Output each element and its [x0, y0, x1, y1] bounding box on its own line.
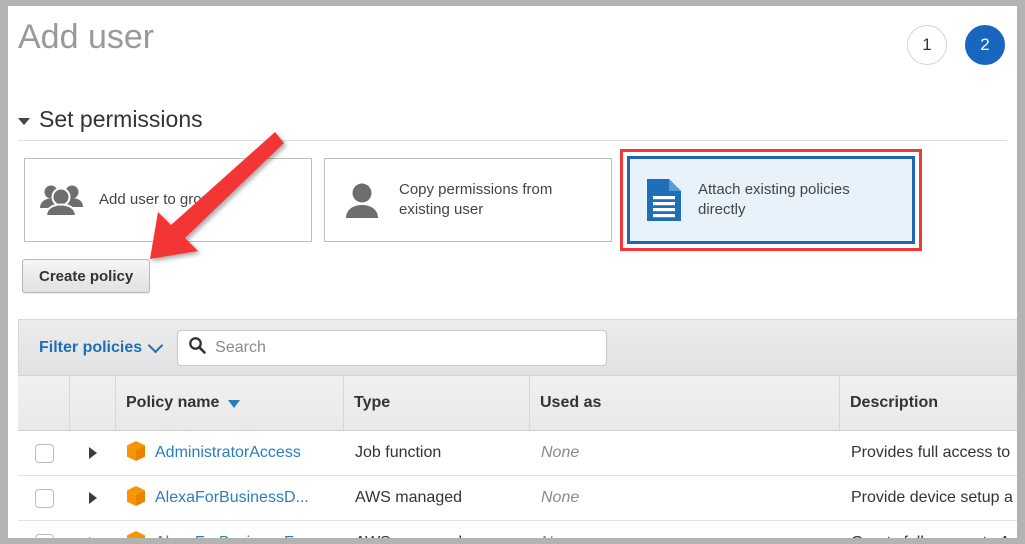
- row-type-cell: Job function: [355, 444, 442, 461]
- search-input[interactable]: Search: [177, 329, 608, 366]
- single-user-icon: [339, 182, 385, 218]
- option-label: Add user to group: [99, 191, 219, 208]
- row-description-cell: Grants full access to A: [840, 534, 1017, 538]
- row-policy-name-cell[interactable]: AlexaForBusinessF...: [116, 530, 344, 538]
- policy-box-icon: [126, 530, 146, 538]
- option-label: Copy permissions from existing user: [399, 181, 553, 218]
- row-policy-name-cell[interactable]: AlexaForBusinessD...: [116, 485, 344, 512]
- header-policy-name-label: Policy name: [126, 394, 220, 411]
- row-expander-cell[interactable]: [70, 537, 116, 538]
- row-expander-cell[interactable]: [70, 447, 116, 459]
- policy-box-icon: [126, 485, 146, 512]
- row-used-as-cell: None: [530, 534, 840, 538]
- page-body: Add user 1 2 Set permissions Add user to…: [8, 6, 1017, 538]
- option-label: Attach existing policies directly: [698, 181, 850, 218]
- row-checkbox-cell[interactable]: [18, 533, 70, 538]
- triangle-down-icon[interactable]: [18, 117, 30, 125]
- screenshot-root: Add user 1 2 Set permissions Add user to…: [0, 0, 1025, 544]
- policy-name-link[interactable]: AdministratorAccess: [155, 444, 301, 462]
- step-2[interactable]: 2: [965, 25, 1005, 65]
- row-checkbox-cell[interactable]: [18, 443, 70, 463]
- step-1[interactable]: 1: [907, 25, 947, 65]
- table-row[interactable]: AdministratorAccess Job function None Pr…: [18, 431, 1017, 476]
- create-policy-button[interactable]: Create policy: [22, 259, 151, 293]
- chevron-right-icon[interactable]: [89, 447, 97, 459]
- policy-box-icon: [126, 440, 146, 467]
- red-highlight-box: Attach existing policies directly: [620, 149, 922, 251]
- section-divider: [18, 140, 1007, 141]
- document-lines-icon: [644, 177, 684, 223]
- row-type-cell: AWS managed: [355, 489, 463, 506]
- row-description-cell: Provide device setup a: [851, 489, 1013, 506]
- row-used-as-cell: None: [541, 444, 580, 461]
- row-checkbox-cell[interactable]: [18, 488, 70, 508]
- table-header-row: Policy name Type Used as Description: [18, 375, 1017, 431]
- page-title: Add user: [18, 18, 155, 56]
- header-expand: [70, 376, 116, 430]
- row-checkbox[interactable]: [34, 533, 54, 538]
- table-row[interactable]: AlexaForBusinessF... AWS managed None Gr…: [18, 521, 1017, 538]
- row-checkbox[interactable]: [34, 443, 54, 463]
- sort-descending-icon[interactable]: [228, 400, 241, 408]
- header-type[interactable]: Type: [344, 376, 530, 430]
- policy-name-link[interactable]: AlexaForBusinessF...: [155, 534, 305, 538]
- row-description-cell: Provides full access to: [851, 444, 1011, 461]
- permission-options: Add user to group Copy permissions from …: [24, 158, 612, 242]
- filter-bar: Filter policies Search: [18, 319, 1017, 375]
- chevron-right-icon[interactable]: [89, 492, 97, 504]
- table-row[interactable]: AlexaForBusinessD... AWS managed None Pr…: [18, 476, 1017, 521]
- row-type-cell: AWS managed: [344, 534, 530, 538]
- header-used-as[interactable]: Used as: [530, 376, 840, 430]
- set-permissions-section: Set permissions: [18, 106, 1007, 141]
- section-header[interactable]: Set permissions: [18, 106, 1007, 140]
- option-attach-existing-policies[interactable]: Attach existing policies directly: [627, 156, 915, 244]
- filter-policies-dropdown[interactable]: Filter policies: [39, 337, 164, 357]
- filter-policies-label: Filter policies: [39, 338, 143, 356]
- search-placeholder: Search: [215, 338, 266, 356]
- policies-table: Policy name Type Used as Description Adm…: [18, 375, 1017, 538]
- chevron-right-icon[interactable]: [89, 537, 97, 538]
- users-group-icon: [39, 183, 85, 217]
- option-add-user-to-group[interactable]: Add user to group: [24, 158, 312, 242]
- header-description[interactable]: Description: [840, 376, 1017, 430]
- header-policy-name[interactable]: Policy name: [116, 376, 344, 430]
- section-title: Set permissions: [39, 106, 203, 132]
- option-copy-permissions[interactable]: Copy permissions from existing user: [324, 158, 612, 242]
- row-expander-cell[interactable]: [70, 492, 116, 504]
- search-icon: [188, 336, 206, 359]
- row-used-as-cell: None: [541, 489, 580, 506]
- policy-name-link[interactable]: AlexaForBusinessD...: [155, 489, 309, 507]
- row-policy-name-cell[interactable]: AdministratorAccess: [116, 440, 344, 467]
- chevron-down-icon: [147, 337, 164, 353]
- row-checkbox[interactable]: [34, 488, 54, 508]
- header-select-all[interactable]: [18, 376, 70, 430]
- step-indicator: 1 2: [907, 25, 1005, 65]
